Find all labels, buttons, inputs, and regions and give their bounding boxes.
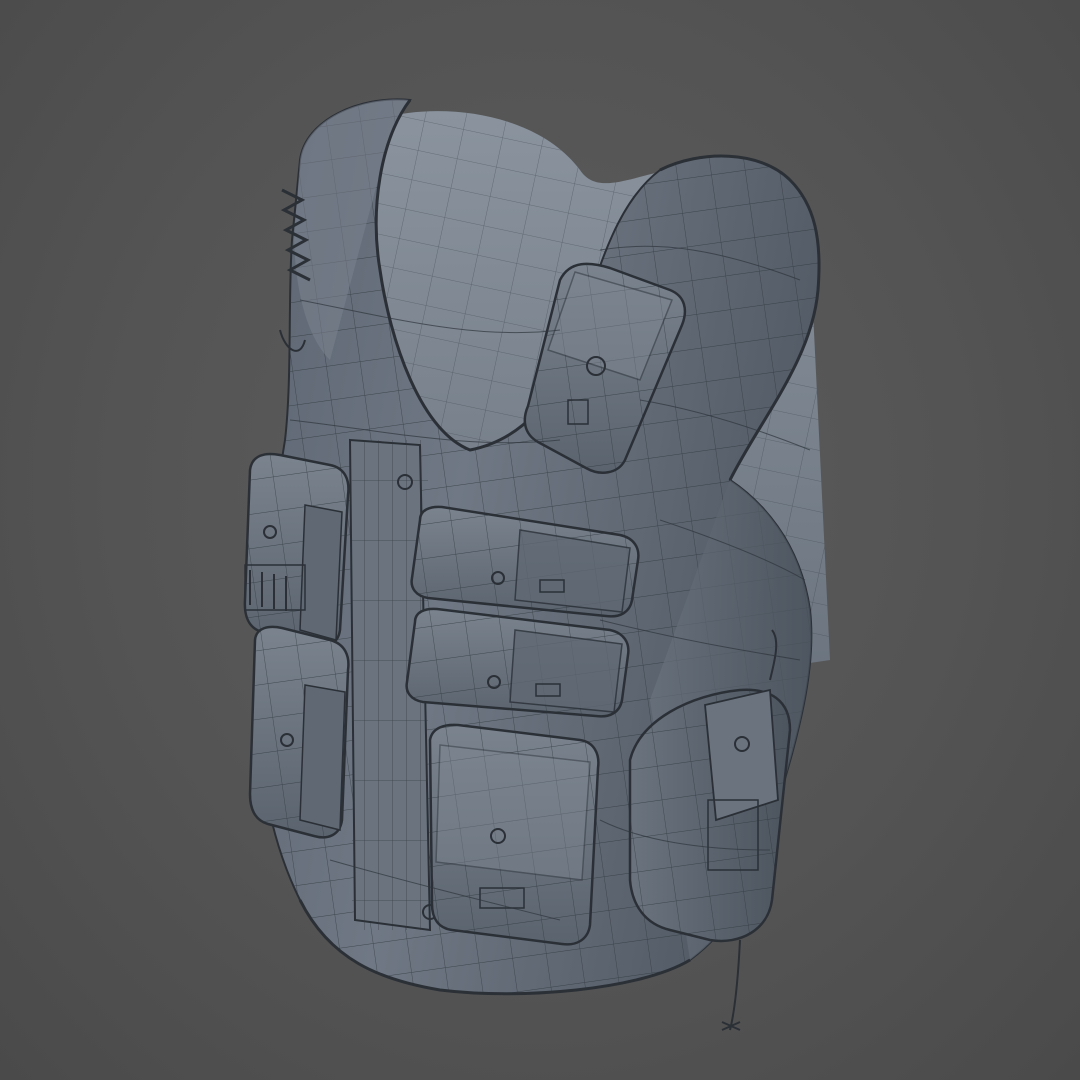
3d-viewport[interactable] xyxy=(0,0,1080,1080)
front-pouch-large xyxy=(428,723,600,946)
render-canvas xyxy=(243,98,830,1031)
left-side-pouch-upper xyxy=(243,452,350,649)
left-side-pouch-lower xyxy=(248,625,350,839)
